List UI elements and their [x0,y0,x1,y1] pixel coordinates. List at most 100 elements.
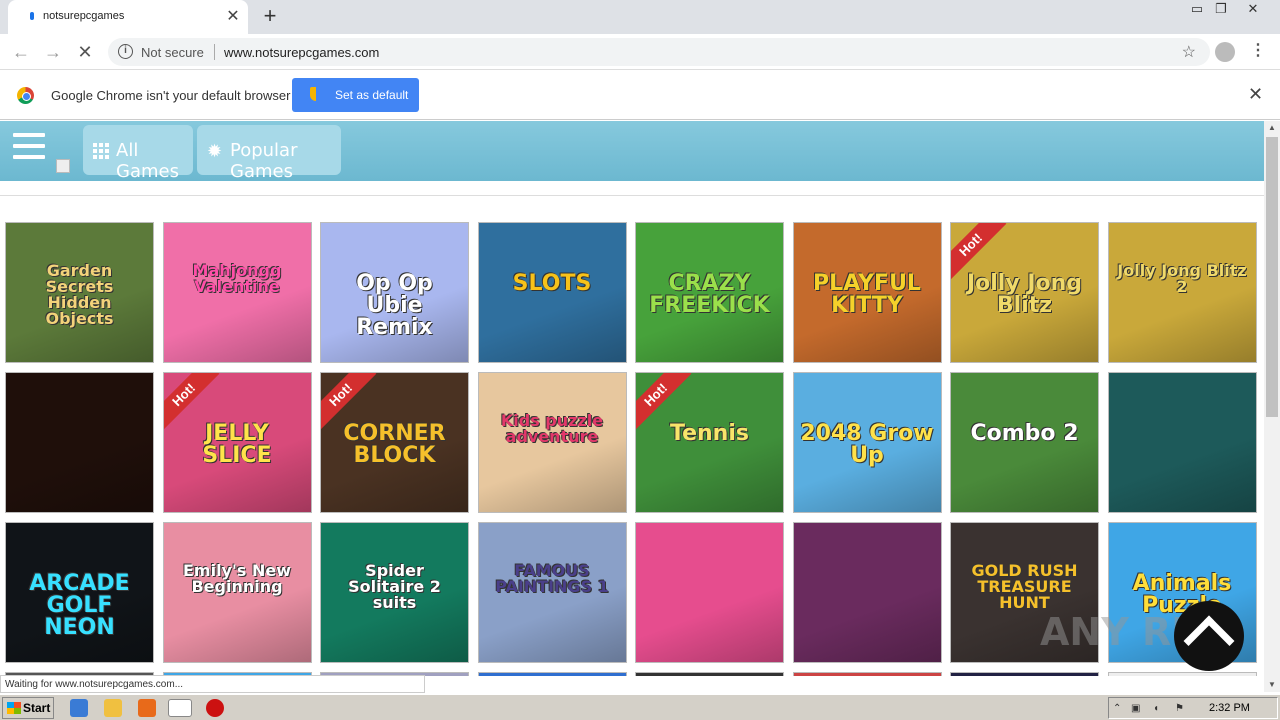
game-tile-partial[interactable] [1107,672,1257,676]
browser-menu-icon[interactable]: ⋮ [1250,40,1266,60]
nav-all-games[interactable]: All Games [83,125,193,182]
loading-status: Waiting for www.notsurepcgames.com... [0,675,425,693]
game-title: Tennis [670,421,749,446]
action-center-flag-icon[interactable]: ⚑ [1175,703,1187,715]
default-browser-infobar: Google Chrome isn't your default browser… [0,70,1280,120]
media-player-icon[interactable] [138,699,156,717]
infobar-close-icon[interactable]: ✕ [1248,84,1263,105]
game-title: Jolly Jong Blitz [966,271,1083,318]
game-tile[interactable] [635,522,784,663]
minimize-button[interactable]: ▭ [1184,0,1210,18]
game-tile[interactable]: JELLY SLICE Hot! [162,372,312,513]
scrollbar-thumb[interactable] [1266,137,1278,417]
url-text[interactable]: www.notsurepcgames.com [224,45,379,60]
address-bar[interactable]: i Not secure www.notsurepcgames.com ☆ [108,38,1210,66]
game-tile-partial[interactable] [792,672,942,676]
game-tile[interactable]: PLAYFUL KITTY [792,222,942,363]
volume-icon[interactable]: ◖ [1153,703,1165,715]
bookmark-star-icon[interactable]: ☆ [1182,42,1196,62]
game-tile[interactable] [792,522,942,663]
shield-icon [310,87,322,101]
nav-popular-games[interactable]: ✹ Popular Games [197,125,341,182]
tab-title: notsurepcgames [43,10,125,22]
tray-expand-icon[interactable]: ⌃ [1113,703,1125,715]
game-tile[interactable]: Combo 2 [950,372,1099,513]
game-title: FAMOUS PAINTINGS 1 [495,561,609,596]
nav-all-games-label: All Games [116,140,179,182]
game-tile-partial[interactable] [635,672,784,676]
game-title: CRAZY FREEKICK [649,271,770,318]
game-title: Op Op Ubie Remix [356,271,433,340]
game-tile[interactable]: Spider Solitaire 2 suits [320,522,469,663]
game-tile[interactable]: FAMOUS PAINTINGS 1 [477,522,627,663]
omnibox-separator [214,44,215,60]
game-tile[interactable]: Garden Secrets Hidden Objects [5,222,154,363]
game-tile-partial[interactable] [950,672,1099,676]
game-tile[interactable]: Mahjongg Valentine [162,222,312,363]
game-tile[interactable]: Kids puzzle adventure [477,372,627,513]
set-as-default-label: Set as default [335,88,409,102]
scroll-down-arrow-icon[interactable]: ▼ [1264,678,1280,692]
start-label: Start [23,701,51,715]
stop-loading-button[interactable]: ✕ [72,39,98,65]
game-tile[interactable]: CRAZY FREEKICK [635,222,784,363]
page-content: All Games ✹ Popular Games Garden Secrets… [0,121,1264,676]
start-button[interactable]: Start [2,697,54,719]
set-as-default-button[interactable]: Set as default [292,78,419,112]
game-tile[interactable]: CORNER BLOCK Hot! [320,372,469,513]
site-logo-broken-image[interactable] [56,159,70,173]
hamburger-menu-icon[interactable] [13,133,45,165]
chrome-logo-icon [17,87,34,104]
game-tile-partial[interactable] [477,672,627,676]
back-button[interactable]: ← [8,39,34,65]
game-tile[interactable]: Jolly Jong Blitz 2 [1107,222,1257,363]
game-title: Mahjongg Valentine [192,261,282,296]
forward-button[interactable]: → [40,39,66,65]
browser-titlebar: notsurepcgames ✕ + ▭ ❐ ✕ [0,0,1280,34]
game-title: Jolly Jong Blitz 2 [1117,261,1247,296]
game-tile[interactable]: SLOTS [477,222,627,363]
ie-icon[interactable] [70,699,88,717]
security-status: Not secure [141,45,204,60]
infobar-message: Google Chrome isn't your default browser [51,88,291,103]
system-tray: ⌃ ▣ ◖ ⚑ 2:32 PM [1108,697,1278,719]
game-title: Emily's New Beginning [182,561,291,596]
game-tile[interactable] [5,372,154,513]
header-divider [0,195,1264,196]
new-tab-button[interactable]: + [258,3,282,29]
close-window-button[interactable]: ✕ [1240,0,1266,18]
game-title: ARCADE GOLF NEON [29,571,130,640]
game-tile[interactable]: 2048 Grow Up [792,372,942,513]
game-tile[interactable]: Emily's New Beginning [162,522,312,663]
profile-avatar-icon[interactable] [1215,42,1235,62]
taskbar-clock: 2:32 PM [1209,702,1250,714]
tab-close-icon[interactable]: ✕ [224,6,242,26]
game-tile[interactable] [1107,372,1257,513]
game-title: GOLD RUSH TREASURE HUNT [971,561,1078,612]
game-tile[interactable]: Jolly Jong Blitz Hot! [950,222,1099,363]
site-header: All Games ✹ Popular Games [0,121,1264,182]
chrome-taskbar-icon[interactable] [168,699,192,717]
grid-icon [93,143,109,159]
page-scrollbar[interactable]: ▲ ▼ [1264,121,1280,692]
sun-icon: ✹ [207,141,223,162]
network-icon[interactable]: ▣ [1131,703,1143,715]
info-icon[interactable]: i [118,44,133,59]
game-tile[interactable]: ARCADE GOLF NEON [5,522,154,663]
browser-tab[interactable]: notsurepcgames ✕ [8,0,248,34]
game-tile[interactable]: Op Op Ubie Remix [320,222,469,363]
scroll-to-top-button[interactable] [1174,601,1244,671]
tab-favicon-icon [30,12,34,20]
nav-popular-games-label: Popular Games [230,140,298,182]
game-title: Spider Solitaire 2 suits [348,561,441,612]
windows-logo-icon [7,702,21,714]
browser-toolbar: ← → ✕ i Not secure www.notsurepcgames.co… [0,34,1280,70]
folder-icon[interactable] [104,699,122,717]
game-tile[interactable]: Tennis Hot! [635,372,784,513]
restore-button[interactable]: ❐ [1208,0,1234,18]
game-title: SLOTS [512,271,592,296]
game-title: Garden Secrets Hidden Objects [45,261,114,328]
opera-icon[interactable] [206,699,224,717]
scroll-up-arrow-icon[interactable]: ▲ [1264,121,1280,135]
game-title: 2048 Grow Up [800,421,934,468]
